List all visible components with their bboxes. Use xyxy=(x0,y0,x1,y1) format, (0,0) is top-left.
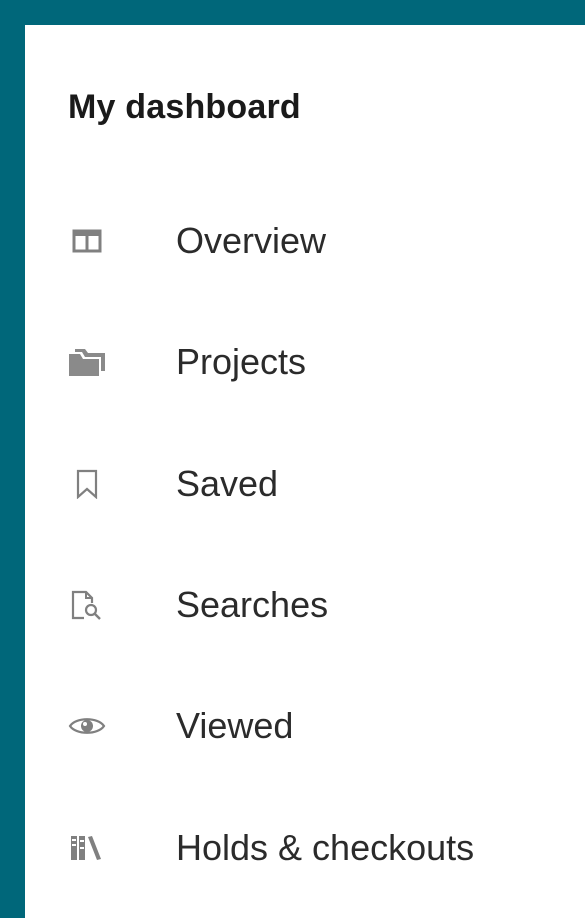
books-icon xyxy=(65,826,109,870)
overview-icon xyxy=(65,219,109,263)
nav-item-label: Overview xyxy=(176,220,327,261)
nav-item-overview[interactable]: Overview xyxy=(25,211,585,271)
nav-item-projects[interactable]: Projects xyxy=(25,332,585,392)
bookmark-icon xyxy=(65,462,109,506)
folder-icon xyxy=(65,340,109,384)
eye-icon xyxy=(65,704,109,748)
nav-item-label: Holds & checkouts xyxy=(176,827,475,868)
nav-item-searches[interactable]: Searches xyxy=(25,575,585,635)
nav-item-label: Saved xyxy=(176,463,279,504)
nav-item-label: Searches xyxy=(176,584,329,625)
nav-item-viewed[interactable]: Viewed xyxy=(25,696,585,756)
dashboard-panel: My dashboard Overview Projects Saved Sea… xyxy=(25,25,585,918)
nav-item-label: Projects xyxy=(176,341,307,382)
nav-item-holds-checkouts[interactable]: Holds & checkouts xyxy=(25,818,585,878)
dashboard-title: My dashboard xyxy=(68,88,301,126)
search-document-icon xyxy=(65,583,109,627)
nav-item-label: Viewed xyxy=(176,705,294,746)
nav-item-saved[interactable]: Saved xyxy=(25,454,585,514)
